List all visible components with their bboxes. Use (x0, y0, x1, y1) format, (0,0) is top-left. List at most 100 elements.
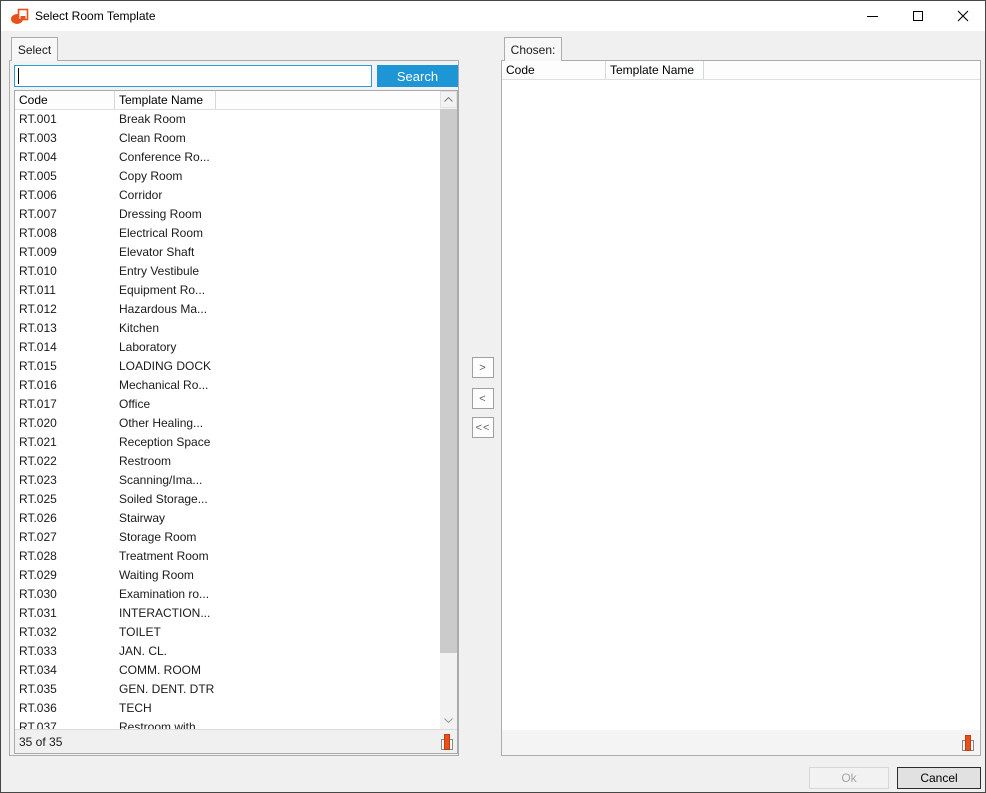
cell-code: RT.009 (15, 243, 115, 262)
cell-code: RT.022 (15, 452, 115, 471)
cell-template-name: Break Room (115, 110, 216, 129)
cell-template-name: Examination ro... (115, 585, 216, 604)
table-row[interactable]: RT.021 Reception Space (15, 433, 440, 452)
cell-code: RT.029 (15, 566, 115, 585)
cell-template-name: JAN. CL. (115, 642, 216, 661)
cell-template-name: TOILET (115, 623, 216, 642)
cancel-button[interactable]: Cancel (897, 767, 981, 789)
tab-select-label: Select (18, 43, 51, 57)
cell-template-name: Kitchen (115, 319, 216, 338)
table-row[interactable]: RT.016 Mechanical Ro... (15, 376, 440, 395)
table-row[interactable]: RT.033 JAN. CL. (15, 642, 440, 661)
app-icon (10, 7, 30, 25)
table-row[interactable]: RT.022 Restroom (15, 452, 440, 471)
tab-chosen[interactable]: Chosen: (504, 37, 562, 61)
list-footer: 35 of 35 (15, 729, 457, 753)
table-row[interactable]: RT.028 Treatment Room (15, 547, 440, 566)
table-row[interactable]: RT.025 Soiled Storage... (15, 490, 440, 509)
cell-template-name: Clean Room (115, 129, 216, 148)
table-row[interactable]: RT.008 Electrical Room (15, 224, 440, 243)
table-row[interactable]: RT.010 Entry Vestibule (15, 262, 440, 281)
cell-template-name: Dressing Room (115, 205, 216, 224)
table-row[interactable]: RT.015 LOADING DOCK (15, 357, 440, 376)
minimize-icon (867, 16, 878, 17)
table-row[interactable]: RT.011 Equipment Ro... (15, 281, 440, 300)
cell-template-name: TECH (115, 699, 216, 718)
table-row[interactable]: RT.029 Waiting Room (15, 566, 440, 585)
column-layout-icon[interactable] (962, 735, 974, 751)
cell-code: RT.015 (15, 357, 115, 376)
table-row[interactable]: RT.017 Office (15, 395, 440, 414)
table-row[interactable]: RT.032 TOILET (15, 623, 440, 642)
column-header-filler (216, 91, 457, 109)
search-input[interactable] (14, 65, 372, 87)
table-row[interactable]: RT.027 Storage Room (15, 528, 440, 547)
cell-code: RT.027 (15, 528, 115, 547)
column-header-code[interactable]: Code (502, 61, 606, 79)
column-header-template-name[interactable]: Template Name (606, 61, 704, 79)
move-all-left-button[interactable]: << (472, 417, 494, 438)
close-button[interactable] (940, 1, 985, 31)
table-row[interactable]: RT.009 Elevator Shaft (15, 243, 440, 262)
scroll-up-button[interactable] (440, 91, 457, 108)
cell-code: RT.004 (15, 148, 115, 167)
table-row[interactable]: RT.031 INTERACTION... (15, 604, 440, 623)
column-header-template-name[interactable]: Template Name (115, 91, 216, 109)
table-row[interactable]: RT.005 Copy Room (15, 167, 440, 186)
cell-template-name: LOADING DOCK (115, 357, 216, 376)
cell-code: RT.010 (15, 262, 115, 281)
table-row[interactable]: RT.035 GEN. DENT. DTR (15, 680, 440, 699)
chevron-up-icon (444, 97, 453, 102)
cell-template-name: Scanning/Ima... (115, 471, 216, 490)
cell-template-name: Mechanical Ro... (115, 376, 216, 395)
search-button[interactable]: Search (377, 65, 458, 87)
column-header-code[interactable]: Code (15, 91, 115, 109)
cell-code: RT.034 (15, 661, 115, 680)
cell-template-name: Copy Room (115, 167, 216, 186)
window-title: Select Room Template (35, 9, 156, 23)
table-row[interactable]: RT.013 Kitchen (15, 319, 440, 338)
cell-template-name: Restroom with... (115, 718, 216, 729)
table-row[interactable]: RT.004 Conference Ro... (15, 148, 440, 167)
select-panel: Search Code Template Name RT.001 Break R… (9, 60, 459, 756)
ok-button[interactable]: Ok (809, 767, 889, 789)
table-row[interactable]: RT.012 Hazardous Ma... (15, 300, 440, 319)
close-icon (957, 10, 969, 22)
table-row[interactable]: RT.026 Stairway (15, 509, 440, 528)
table-row[interactable]: RT.036 TECH (15, 699, 440, 718)
move-left-button[interactable]: < (472, 388, 494, 409)
cell-template-name: Stairway (115, 509, 216, 528)
move-right-button[interactable]: > (472, 357, 494, 378)
table-row[interactable]: RT.020 Other Healing... (15, 414, 440, 433)
titlebar: Select Room Template (1, 1, 985, 31)
table-row[interactable]: RT.034 COMM. ROOM (15, 661, 440, 680)
cell-code: RT.007 (15, 205, 115, 224)
vertical-scrollbar[interactable] (440, 91, 457, 729)
cell-code: RT.036 (15, 699, 115, 718)
table-row[interactable]: RT.006 Corridor (15, 186, 440, 205)
table-row[interactable]: RT.014 Laboratory (15, 338, 440, 357)
chosen-panel: Code Template Name (501, 60, 981, 756)
maximize-icon (913, 11, 923, 21)
tab-select[interactable]: Select (11, 37, 58, 61)
table-row[interactable]: RT.037 Restroom with... (15, 718, 440, 729)
cell-code: RT.028 (15, 547, 115, 566)
cell-code: RT.020 (15, 414, 115, 433)
maximize-button[interactable] (895, 1, 940, 31)
cell-template-name: Office (115, 395, 216, 414)
minimize-button[interactable] (850, 1, 895, 31)
table-row[interactable]: RT.023 Scanning/Ima... (15, 471, 440, 490)
column-header-filler (704, 61, 980, 79)
column-layout-icon[interactable] (441, 734, 453, 750)
scrollbar-thumb[interactable] (440, 109, 457, 653)
table-row[interactable]: RT.003 Clean Room (15, 129, 440, 148)
table-row[interactable]: RT.001 Break Room (15, 110, 440, 129)
cell-template-name: Corridor (115, 186, 216, 205)
chosen-footer (502, 730, 980, 755)
cell-code: RT.030 (15, 585, 115, 604)
table-row[interactable]: RT.007 Dressing Room (15, 205, 440, 224)
row-count: 35 of 35 (19, 735, 62, 749)
table-row[interactable]: RT.030 Examination ro... (15, 585, 440, 604)
scroll-down-button[interactable] (440, 712, 457, 729)
cell-code: RT.003 (15, 129, 115, 148)
